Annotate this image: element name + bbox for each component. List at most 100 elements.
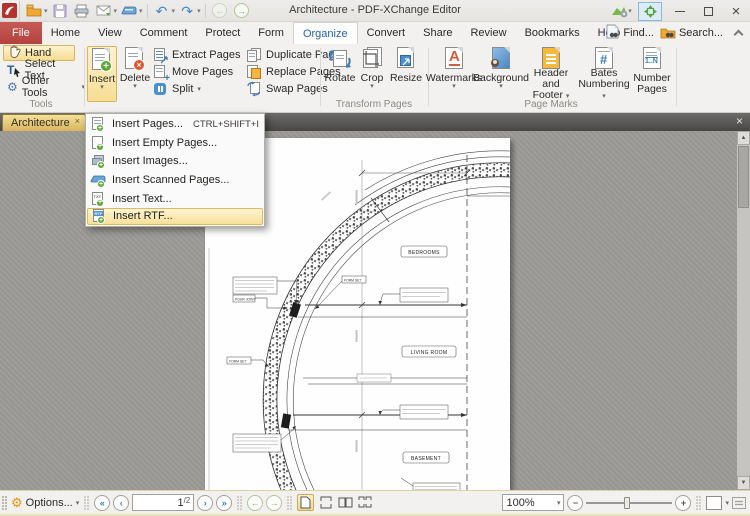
print-button[interactable] xyxy=(72,2,92,20)
zoom-slider[interactable] xyxy=(586,495,672,511)
delete-button[interactable]: × Delete ▾ xyxy=(120,46,150,102)
open-file-button[interactable] xyxy=(24,2,44,20)
undo-dropdown-caret[interactable]: ▾ xyxy=(172,7,176,15)
zoom-in-button[interactable]: + xyxy=(675,495,691,511)
ribbon-organize: Hand T Select Text ⚙ Other Tools ▾ Tools… xyxy=(0,44,750,113)
ui-options-button[interactable]: ▾ xyxy=(607,2,637,20)
zoom-out-button[interactable]: − xyxy=(567,495,583,511)
insert-dropdown-menu: + Insert Pages... CTRL+SHIFT+I + Insert … xyxy=(85,113,265,227)
two-pages-layout-button[interactable] xyxy=(337,494,354,511)
search-icon xyxy=(660,25,676,42)
next-view-button[interactable]: → xyxy=(266,495,282,511)
menu-bookmarks[interactable]: Bookmarks xyxy=(516,22,589,44)
search-button[interactable]: Search... xyxy=(660,25,723,42)
scroll-up-icon[interactable]: ▲ xyxy=(737,131,750,145)
duplicate-pages-icon xyxy=(246,47,262,63)
email-button[interactable] xyxy=(94,2,114,20)
header-footer-button[interactable]: Header and Footer ▾ xyxy=(526,46,576,102)
swap-pages-button[interactable]: Swap Pages xyxy=(246,81,328,97)
options-gear-icon: ⚙ xyxy=(11,496,23,509)
redo-dropdown-caret[interactable]: ▾ xyxy=(197,7,201,15)
other-tools-button[interactable]: ⚙ Other Tools ▾ xyxy=(3,79,89,95)
fit-options-caret[interactable]: ▾ xyxy=(725,499,729,507)
scanner-button[interactable] xyxy=(119,2,139,20)
fullscreen-button[interactable] xyxy=(638,2,662,21)
tab-architecture[interactable]: Architecture × xyxy=(2,114,86,131)
zoom-level-select[interactable]: 100% ▾ xyxy=(502,494,564,511)
menu-item-insert-images[interactable]: + Insert Images... xyxy=(87,152,263,171)
scrollbar-thumb[interactable] xyxy=(738,146,749,208)
save-button[interactable] xyxy=(50,2,70,20)
menu-item-insert-empty-pages[interactable]: + Insert Empty Pages... xyxy=(87,134,263,153)
find-button[interactable]: Find... xyxy=(606,24,654,42)
menu-protect[interactable]: Protect xyxy=(196,22,249,44)
number-pages-icon: 1..N xyxy=(639,46,665,72)
bates-numbering-button[interactable]: # Bates Numbering ▾ xyxy=(578,46,630,102)
pdf-xchange-editor-window: ▾ ▾ ▾ ↶ ▾ ↷ ▾ ← → Architecture - PDF- xyxy=(0,0,750,516)
insert-scanned-pages-menu-icon: + xyxy=(90,172,106,188)
menu-view[interactable]: View xyxy=(89,22,131,44)
background-button[interactable]: Background ▾ xyxy=(478,46,524,102)
tab-close-icon[interactable]: × xyxy=(75,116,80,126)
vertical-scrollbar[interactable]: ▲ ▼ xyxy=(737,131,750,490)
minimize-button[interactable] xyxy=(666,1,694,22)
forward-view-button[interactable]: → xyxy=(232,2,252,20)
number-pages-button[interactable]: 1..N Number Pages xyxy=(632,46,672,102)
single-page-layout-button[interactable] xyxy=(297,494,314,511)
back-view-button[interactable]: ← xyxy=(210,2,230,20)
menu-comment[interactable]: Comment xyxy=(131,22,197,44)
menu-share[interactable]: Share xyxy=(414,22,461,44)
rotate-button[interactable]: Rotate xyxy=(324,46,356,102)
menu-form[interactable]: Form xyxy=(249,22,293,44)
two-pages-continuous-layout-button[interactable] xyxy=(357,494,374,511)
email-dropdown-caret[interactable]: ▾ xyxy=(114,7,118,15)
previous-page-button[interactable]: ‹ xyxy=(113,495,129,511)
last-page-button[interactable]: » xyxy=(216,495,232,511)
close-button[interactable]: × xyxy=(722,1,750,22)
page-number-input[interactable]: 1/2 xyxy=(132,494,194,511)
scroll-down-icon[interactable]: ▼ xyxy=(737,476,750,490)
insert-button[interactable]: + Insert ▾ xyxy=(87,46,117,102)
window-title: Architecture - PDF-XChange Editor xyxy=(289,4,461,16)
menu-item-insert-rtf[interactable]: RTF + Insert RTF... xyxy=(87,208,263,225)
menu-file[interactable]: File xyxy=(0,22,42,44)
redo-button[interactable]: ↷ xyxy=(177,2,197,20)
menu-item-insert-scanned-pages[interactable]: + Insert Scanned Pages... xyxy=(87,171,263,190)
menu-review[interactable]: Review xyxy=(461,22,515,44)
collapse-ribbon-icon[interactable] xyxy=(734,30,744,40)
gear-icon: ⚙ xyxy=(7,81,18,93)
menu-item-insert-text[interactable]: TXT + Insert Text... xyxy=(87,189,263,208)
page-marks-group-label: Page Marks xyxy=(431,99,671,110)
zoom-slider-thumb[interactable] xyxy=(624,497,630,509)
menu-organize[interactable]: Organize xyxy=(293,22,358,44)
titlebar: ▾ ▾ ▾ ↶ ▾ ↷ ▾ ← → Architecture - PDF- xyxy=(0,0,750,22)
split-button[interactable]: Split ▾ xyxy=(152,81,201,97)
scanner-dropdown-caret[interactable]: ▾ xyxy=(139,7,143,15)
crop-button[interactable]: Crop ▾ xyxy=(357,46,387,102)
next-page-button[interactable]: › xyxy=(197,495,213,511)
menu-convert[interactable]: Convert xyxy=(358,22,415,44)
fit-page-button[interactable] xyxy=(706,496,722,510)
menu-home[interactable]: Home xyxy=(42,22,89,44)
close-document-button[interactable]: × xyxy=(732,115,747,129)
reading-mode-icon[interactable] xyxy=(732,497,746,509)
undo-button[interactable]: ↶ xyxy=(152,2,172,20)
first-page-button[interactable]: « xyxy=(94,495,110,511)
move-pages-icon: + xyxy=(152,64,168,80)
watermarks-button[interactable]: A Watermarks ▾ xyxy=(431,46,477,102)
move-pages-button[interactable]: + Move Pages xyxy=(152,64,233,80)
maximize-button[interactable] xyxy=(694,1,722,22)
continuous-layout-button[interactable] xyxy=(317,494,334,511)
delete-pages-icon: × xyxy=(122,46,148,72)
menu-item-insert-pages[interactable]: + Insert Pages... CTRL+SHIFT+I xyxy=(87,115,263,134)
extract-pages-button[interactable]: Extract Pages xyxy=(152,47,240,63)
insert-text-menu-icon: TXT + xyxy=(90,191,106,207)
previous-view-button[interactable]: ← xyxy=(247,495,263,511)
statusbar: ⚙ Options... ▾ « ‹ 1/2 › » ← → xyxy=(0,490,750,516)
resize-button[interactable]: Resize xyxy=(389,46,423,102)
tools-group-label: Tools xyxy=(0,99,82,110)
open-dropdown-caret[interactable]: ▾ xyxy=(44,7,48,15)
callout-form-set-left: FORM SET xyxy=(229,359,247,363)
room-label-living-room: LIVING ROOM xyxy=(411,350,448,356)
options-button[interactable]: ⚙ Options... ▾ xyxy=(11,496,79,509)
